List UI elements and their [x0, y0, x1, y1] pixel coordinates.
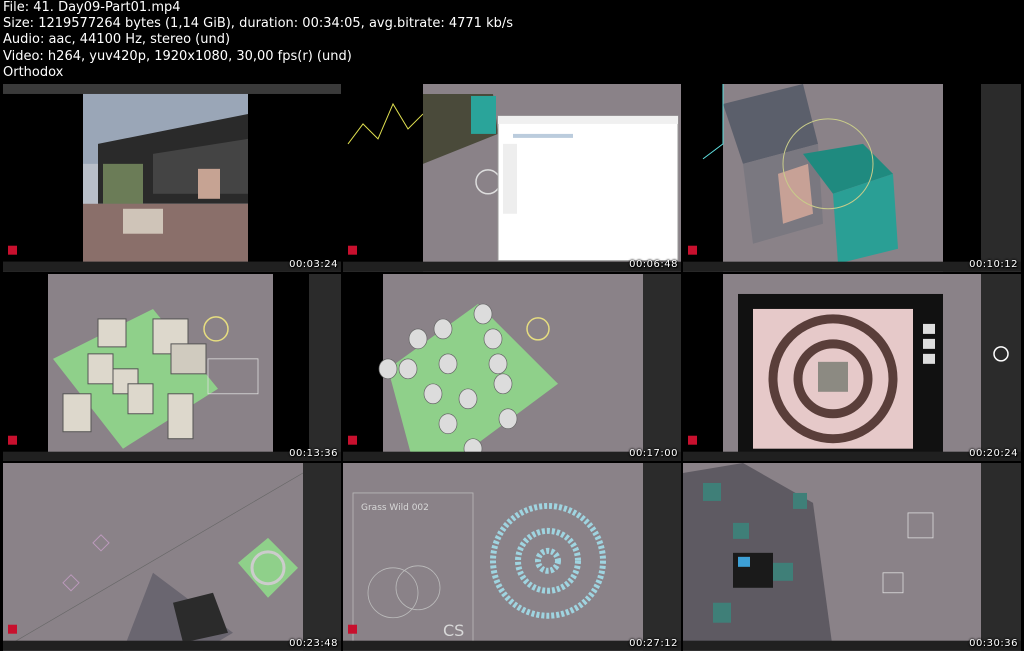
- scene-circular-texture: [683, 273, 1021, 462]
- thumbnail-7[interactable]: 00:23:48: [3, 463, 341, 651]
- scene-scattered-objects: [3, 463, 341, 651]
- timestamp: 00:10:12: [969, 258, 1018, 270]
- timestamp: 00:20:24: [969, 448, 1018, 460]
- thumbnail-9[interactable]: 00:30:36: [683, 463, 1021, 651]
- thumbnail-5[interactable]: 00:17:00: [343, 273, 681, 462]
- timestamp: 00:03:24: [289, 258, 338, 270]
- grass-object-label: Grass Wild 002: [361, 503, 429, 514]
- thumbnail-6[interactable]: 00:20:24: [683, 273, 1021, 462]
- scene-file-dialog: [343, 84, 681, 272]
- scene-grass-rings: [343, 463, 681, 651]
- scene-boxes-closeup: [683, 84, 1021, 272]
- scene-teapots-on-plane: [343, 273, 681, 462]
- timestamp: 00:27:12: [629, 638, 678, 649]
- file-size-duration: Size: 1219577264 bytes (1,14 GiB), durat…: [3, 16, 514, 32]
- cs-label: CS: [443, 621, 465, 641]
- file-name: File: 41. Day09-Part01.mp4: [3, 0, 181, 15]
- thumbnail-4[interactable]: 00:13:36: [3, 273, 341, 462]
- video-info-header: File: 41. Day09-Part01.mp4 Size: 1219577…: [3, 0, 1021, 81]
- video-info: Video: h264, yuv420p, 1920x1080, 30,00 f…: [3, 48, 352, 64]
- thumbnail-3[interactable]: 00:10:12: [683, 84, 1021, 272]
- timestamp: 00:13:36: [289, 448, 338, 460]
- thumbnail-2[interactable]: 00:06:48: [343, 84, 681, 272]
- timestamp: 00:17:00: [629, 448, 678, 460]
- encoder-tag: Orthodox: [3, 64, 64, 80]
- scene-render-house: [3, 84, 341, 272]
- thumbnail-8[interactable]: Grass Wild 002 CS 00:27:12: [343, 463, 681, 651]
- timestamp: 00:23:48: [289, 638, 338, 649]
- thumbnail-grid: 00:03:24 00:06:48 00:10:12 00:13:36 00:1…: [3, 84, 1021, 651]
- timestamp: 00:30:36: [969, 638, 1018, 649]
- audio-info: Audio: aac, 44100 Hz, stereo (und): [3, 32, 231, 48]
- scene-dense-scatter: [683, 463, 1021, 651]
- timestamp: 00:06:48: [629, 258, 678, 270]
- scene-boxes-on-plane: [3, 273, 341, 462]
- thumbnail-1[interactable]: 00:03:24: [3, 84, 341, 272]
